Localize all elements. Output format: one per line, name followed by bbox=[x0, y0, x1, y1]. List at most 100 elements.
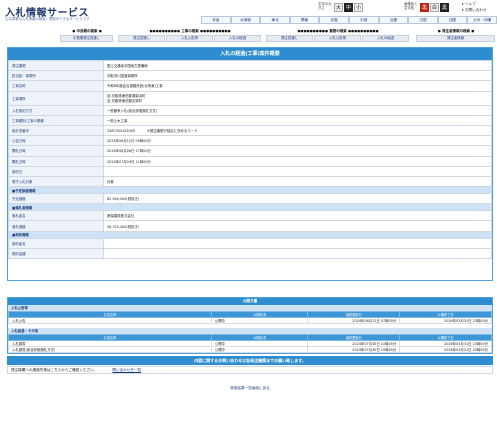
detail-value-text: 2024年07月24日 11時00分 bbox=[107, 159, 151, 164]
detail-value: 自:鳥取県東伯郡湯梨浜町 至:鳥取県東伯郡北栄町 bbox=[103, 90, 492, 106]
detail-value-note: ※発注機関が独自に決めるコード bbox=[147, 129, 198, 134]
detail-label: 契約者名 bbox=[8, 237, 104, 249]
nav-group-construction: ●●●●●●●●●● 工事の検索 ●●●●●●●●●● 発注見通し 入札公告等 … bbox=[118, 28, 262, 44]
back-to-results-link[interactable]: 検索結果一覧画面に戻る bbox=[0, 386, 500, 391]
nav-group-longterm: ● 中長期の検索 ● 中長期発注見通し bbox=[60, 28, 114, 44]
region-tab[interactable]: 北海道 bbox=[230, 16, 261, 24]
document-link[interactable]: 入札調書(総合評価落札方式) bbox=[8, 346, 212, 353]
detail-value: 対象 bbox=[103, 175, 492, 188]
region-tab[interactable]: 九州・沖縄 bbox=[467, 16, 497, 24]
font-size-small-button[interactable]: 小 bbox=[354, 3, 363, 12]
detail-value-text: 至:鳥取県東伯郡北栄町 bbox=[107, 99, 143, 104]
detail-label: 工事名称 bbox=[8, 80, 104, 92]
detail-value-text: 自:鳥取県東伯郡湯梨浜町 bbox=[107, 94, 146, 99]
region-tab[interactable]: 東北 bbox=[260, 16, 290, 24]
case-detail-table: 発注機関 国土交通省中国地方整備局 担当部・事務所 鳥取河川国道事務所 工事名称 令和6年… bbox=[8, 59, 492, 260]
inquiry-notice: 内容に関するお問い合わせは各発注機関までお願い致します。 bbox=[7, 356, 493, 365]
detail-row: ■落札者情報 bbox=[8, 203, 492, 212]
detail-value: 56,750,000(税抜き) bbox=[103, 220, 492, 232]
font-size-medium-button[interactable]: 中 bbox=[344, 3, 353, 12]
nav-orderer-info[interactable]: 発注者情報 bbox=[416, 35, 495, 42]
detail-row: ■予定価格情報 bbox=[8, 186, 492, 195]
font-size-label: 文字の大きさ bbox=[318, 2, 332, 10]
nav-services-outlook[interactable]: 発注見通し bbox=[266, 35, 313, 42]
detail-row: 開札日時 2024年07月24日 11時00分 bbox=[8, 155, 492, 167]
detail-value: 鳥取河川国道事務所 bbox=[103, 70, 492, 82]
region-tab[interactable]: 本省 bbox=[201, 16, 231, 24]
detail-row: 公告日時 2024年06月12日 09時00分 bbox=[8, 135, 492, 147]
contact-row: 発注機関への連絡先等はこちらからご確認ください。 問い合わせ先一覧 bbox=[7, 366, 493, 374]
color-label: 画像色と文字色 bbox=[404, 2, 418, 10]
nav-group-services: ●●●●●●●●●● 業務の検索 ●●●●●●●●●● 発注見通し 入札公告等 … bbox=[266, 28, 410, 44]
document-status: 公開中 bbox=[210, 346, 309, 353]
region-tab[interactable]: 中国 bbox=[408, 16, 438, 24]
nav-services-progress[interactable]: 入札の経過 bbox=[362, 35, 409, 42]
detail-row: 発注機関 国土交通省中国地方整備局 bbox=[8, 59, 492, 72]
nav-construction-outlook[interactable]: 発注見通し bbox=[118, 35, 165, 42]
nav-longterm-outlook[interactable]: 中長期発注見通し bbox=[60, 35, 113, 42]
detail-label: 公告日時 bbox=[8, 135, 104, 147]
detail-value-text: 国土交通省中国地方整備局 bbox=[107, 64, 148, 69]
region-tab[interactable]: 北陸 bbox=[319, 16, 349, 24]
table-row: 入札調書(総合評価落札方式) 公開中 2024年07月30日 10時45分 2026年… bbox=[8, 346, 492, 353]
detail-value-text: 56,750,000(税抜き) bbox=[107, 224, 140, 229]
detail-value: 2024年07月24日 11時00分 bbox=[103, 155, 492, 167]
public-documents-title: 公開文書 bbox=[8, 298, 492, 305]
case-detail-title: 入札の経過(工事)案件概要 bbox=[8, 48, 492, 60]
help-link[interactable]: ▸ ヘルプ bbox=[462, 2, 476, 7]
detail-value: 美保建設株式会社 bbox=[103, 210, 492, 222]
detail-value: 国土交通省中国地方整備局 bbox=[103, 59, 492, 72]
nav-construction-progress[interactable]: 入札の経過 bbox=[214, 35, 261, 42]
detail-section-heading: ■落札者情報 bbox=[8, 203, 492, 212]
table-row: 入札公告 公開中 2024年06月12日 07時00分 2026年03月31日 23時… bbox=[8, 317, 492, 324]
detail-row: 設計書番号 2487304103009 ※発注機関が独自に決めるコード bbox=[8, 124, 492, 137]
region-tab[interactable]: 関東 bbox=[289, 16, 320, 24]
detail-value: 2024年06月12日 09時00分 bbox=[103, 135, 492, 147]
detail-row: 落札者名 美保建設株式会社 bbox=[8, 210, 492, 222]
detail-label: 工事種別/工事の業種 bbox=[8, 114, 104, 126]
detail-row: 工事名称 令和6年度倉吉道路改良(北条東)工事 bbox=[8, 80, 492, 92]
detail-row: 工事場所 自:鳥取県東伯郡湯梨浜町 至:鳥取県東伯郡北栄町 bbox=[8, 90, 492, 106]
region-tab[interactable]: 中部 bbox=[348, 16, 379, 24]
color-white-button[interactable]: 白 bbox=[430, 3, 439, 12]
detail-value-text: 2024年06月12日 09時00分 bbox=[107, 139, 151, 144]
nav-group-orderer: ● 発注者情報の検索 ● 発注者情報 bbox=[416, 28, 496, 44]
region-tab[interactable]: 近畿 bbox=[378, 16, 409, 24]
document-updated: 2024年06月12日 07時00分 bbox=[307, 317, 401, 324]
document-link[interactable]: 入札公告 bbox=[8, 317, 212, 324]
detail-value: 2487304103009 ※発注機関が独自に決めるコード bbox=[103, 124, 492, 137]
detail-section-heading: ■予定価格情報 bbox=[8, 186, 492, 195]
detail-label: 契約日 bbox=[8, 165, 104, 177]
color-inverse-button[interactable]: 黒 bbox=[440, 3, 449, 12]
detail-label: 開札日時 bbox=[8, 145, 104, 157]
region-tab[interactable]: 四国 bbox=[437, 16, 468, 24]
contact-list-link[interactable]: 問い合わせ先一覧 bbox=[112, 368, 141, 372]
detail-row: 契約日 bbox=[8, 165, 492, 177]
detail-value: 一般競争入札(総合評価落札方式) bbox=[103, 104, 492, 116]
detail-value-text: 鳥取河川国道事務所 bbox=[107, 74, 138, 79]
detail-value bbox=[103, 247, 492, 260]
detail-label: 担当部・事務所 bbox=[8, 70, 104, 82]
nav-services-notices[interactable]: 入札公告等 bbox=[314, 35, 361, 42]
detail-label: 工事場所 bbox=[8, 90, 104, 106]
detail-value-text: 2487304103009 bbox=[107, 129, 136, 134]
font-size-large-button[interactable]: 大 bbox=[334, 3, 343, 12]
detail-label: 設計書番号 bbox=[8, 124, 104, 137]
documents-table: 文書名称 公開状況 最終更新日 公開終了日 入札調書 公開中 2024年07月30日 10時… bbox=[8, 334, 492, 353]
case-detail-panel: 入札の経過(工事)案件概要 発注機関 国土交通省中国地方整備局 担当部・事務所 鳥取河… bbox=[7, 47, 493, 281]
detail-label: 発注機関 bbox=[8, 59, 104, 72]
detail-row: 開札日時 2024年06月26日 17時00分 bbox=[8, 145, 492, 157]
detail-section-heading: ■契約情報 bbox=[8, 230, 492, 239]
detail-value-text: 美保建設株式会社 bbox=[107, 214, 135, 219]
nav-construction-notices[interactable]: 入札公告等 bbox=[166, 35, 213, 42]
inquiry-link[interactable]: ▸ お問い合わせ bbox=[462, 8, 487, 13]
detail-label: 予定価格 bbox=[8, 193, 104, 205]
detail-row: 契約者名 bbox=[8, 237, 492, 249]
detail-value-text: 62,560,000(税抜き) bbox=[107, 197, 140, 202]
detail-label: 入札契約方式 bbox=[8, 104, 104, 116]
detail-label: 開札日時 bbox=[8, 155, 104, 167]
color-black-button[interactable]: 黒 bbox=[420, 3, 429, 12]
detail-value: 62,560,000(税抜き) bbox=[103, 193, 492, 205]
detail-value: 一般土木工事 bbox=[103, 114, 492, 126]
detail-row: 入札契約方式 一般競争入札(総合評価落札方式) bbox=[8, 104, 492, 116]
